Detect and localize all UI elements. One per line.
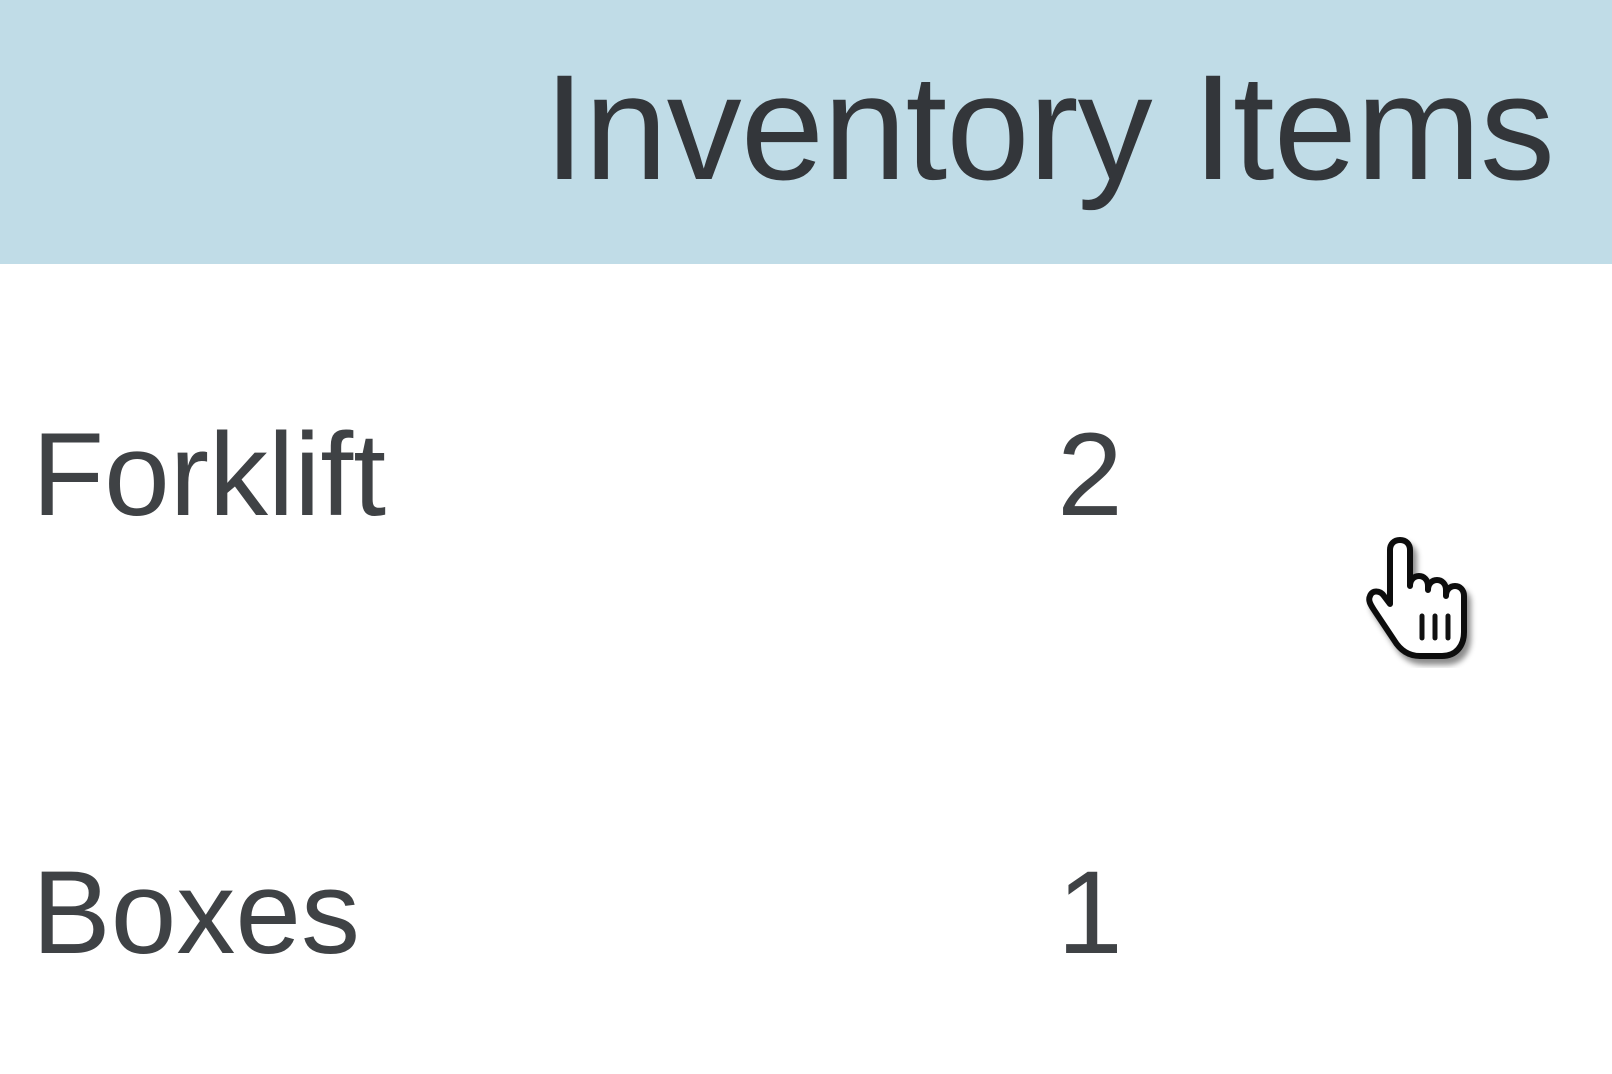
app-header: Inventory Items <box>0 0 1612 264</box>
page-title: Inventory Items <box>543 43 1555 211</box>
item-quantity: 1 <box>1057 847 1123 979</box>
item-name: Forklift <box>32 409 386 541</box>
item-name: Boxes <box>32 847 360 979</box>
list-item[interactable]: Boxes 1 <box>0 704 1612 1074</box>
item-quantity: 2 <box>1057 409 1123 541</box>
inventory-list: Forklift 2 Boxes 1 <box>0 264 1612 1074</box>
hand-pointer-icon <box>1366 537 1467 659</box>
